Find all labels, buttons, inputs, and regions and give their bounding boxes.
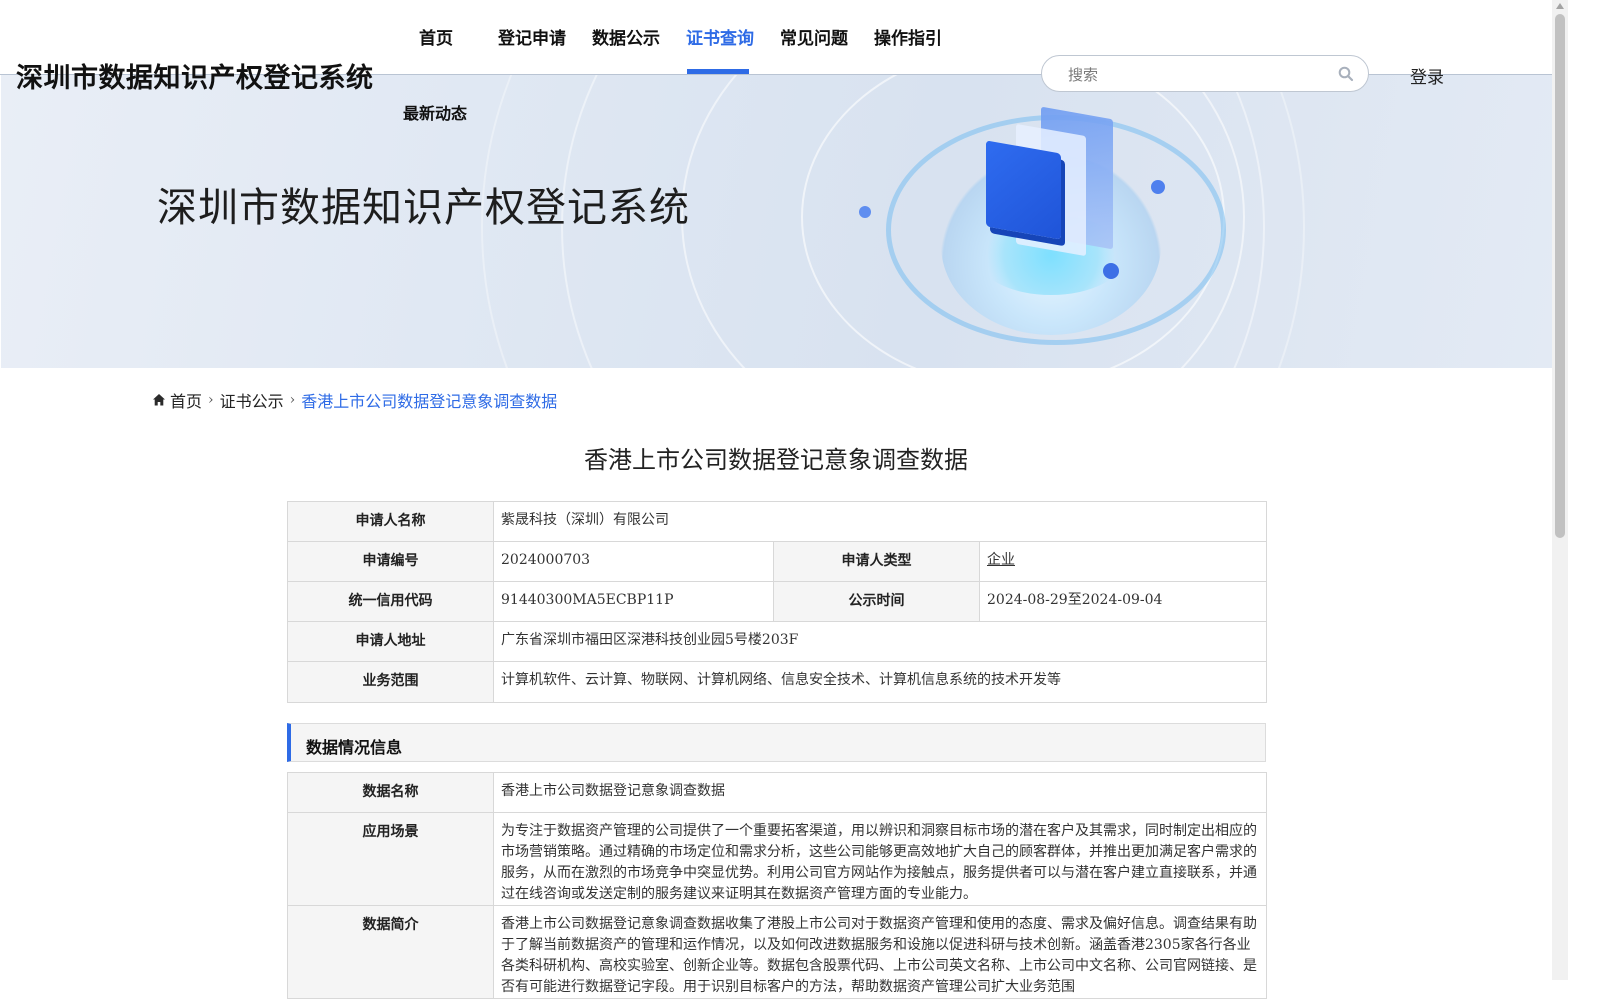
- applicant-name-value: 紫晟科技（深圳）有限公司: [493, 501, 1267, 542]
- breadcrumb-current: 香港上市公司数据登记意象调查数据: [301, 392, 558, 411]
- nav-faq[interactable]: 常见问题: [780, 24, 848, 49]
- business-scope-value: 计算机软件、云计算、物联网、计算机网络、信息安全技术、计算机信息系统的技术开发等: [493, 661, 1267, 703]
- banner-orb: [859, 206, 871, 218]
- applicant-info-table: 申请人名称 紫晟科技（深圳）有限公司 申请编号 2024000703 申请人类型…: [287, 501, 1267, 703]
- chevron-right-icon: ›: [208, 392, 214, 408]
- credit-code-value: 91440300MA5ECBP11P: [493, 581, 774, 622]
- table-row: 申请编号 2024000703 申请人类型 企业: [287, 541, 1267, 582]
- data-info-section-header: 数据情况信息: [287, 723, 1266, 762]
- search-box[interactable]: [1041, 55, 1369, 92]
- publicity-period-label: 公示时间: [773, 581, 980, 622]
- table-row: 数据名称 香港上市公司数据登记意象调查数据: [287, 772, 1267, 813]
- applicant-address-label: 申请人地址: [287, 621, 494, 662]
- applicant-type-label: 申请人类型: [773, 541, 980, 582]
- nav-data-publicity[interactable]: 数据公示: [592, 24, 660, 49]
- search-icon[interactable]: [1338, 66, 1354, 82]
- table-row: 应用场景 为专注于数据资产管理的公司提供了一个重要拓客渠道，用以辨识和洞察目标市…: [287, 812, 1267, 906]
- business-scope-label: 业务范围: [287, 661, 494, 703]
- application-scenario-label: 应用场景: [287, 812, 494, 906]
- banner-orb: [1151, 180, 1165, 194]
- chevron-right-icon: ›: [289, 392, 296, 408]
- breadcrumb-certificate-publicity[interactable]: 证书公示: [220, 388, 284, 412]
- page-title: 香港上市公司数据登记意象调查数据: [584, 446, 968, 474]
- breadcrumb-home[interactable]: 首页: [170, 388, 202, 412]
- site-brand[interactable]: 深圳市数据知识产权登记系统: [16, 56, 374, 95]
- publicity-period-value: 2024-08-29至2024-09-04: [979, 581, 1267, 622]
- home-icon[interactable]: [152, 393, 166, 407]
- search-input[interactable]: [1066, 63, 1330, 87]
- application-scenario-value: 为专注于数据资产管理的公司提供了一个重要拓客渠道，用以辨识和洞察目标市场的潜在客…: [493, 812, 1267, 906]
- banner-title: 深圳市数据知识产权登记系统: [157, 185, 690, 231]
- application-number-value: 2024000703: [493, 541, 774, 582]
- data-intro-value: 香港上市公司数据登记意象调查数据收集了港股上市公司对于数据资产管理和使用的态度、…: [493, 905, 1267, 999]
- credit-code-label: 统一信用代码: [287, 581, 494, 622]
- banner-orb: [1103, 263, 1119, 279]
- data-name-label: 数据名称: [287, 772, 494, 813]
- nav-active-indicator: [687, 69, 749, 74]
- table-row: 申请人地址 广东省深圳市福田区深港科技创业园5号楼203F: [287, 621, 1267, 662]
- data-info-table: 数据名称 香港上市公司数据登记意象调查数据 应用场景 为专注于数据资产管理的公司…: [287, 772, 1267, 999]
- page-scrollbar[interactable]: [1552, 0, 1568, 980]
- table-row: 业务范围 计算机软件、云计算、物联网、计算机网络、信息安全技术、计算机信息系统的…: [287, 661, 1267, 703]
- application-number-label: 申请编号: [287, 541, 494, 582]
- applicant-address-value: 广东省深圳市福田区深港科技创业园5号楼203F: [493, 621, 1267, 662]
- table-row: 申请人名称 紫晟科技（深圳）有限公司: [287, 501, 1267, 542]
- table-row: 统一信用代码 91440300MA5ECBP11P 公示时间 2024-08-2…: [287, 581, 1267, 622]
- banner-document-card: [986, 140, 1061, 240]
- login-link[interactable]: 登录: [1410, 63, 1444, 88]
- breadcrumb: 首页 › 证书公示 › 香港上市公司数据登记意象调查数据: [152, 388, 557, 412]
- applicant-name-label: 申请人名称: [287, 501, 494, 542]
- data-name-value: 香港上市公司数据登记意象调查数据: [493, 772, 1267, 813]
- section-title: 数据情况信息: [306, 738, 403, 757]
- nav-register-apply[interactable]: 登记申请: [498, 24, 566, 49]
- nav-home[interactable]: 首页: [419, 24, 453, 49]
- hero-banner: 深圳市数据知识产权登记系统: [1, 75, 1552, 368]
- table-row: 数据简介 香港上市公司数据登记意象调查数据收集了港股上市公司对于数据资产管理和使…: [287, 905, 1267, 999]
- nav-certificate-query[interactable]: 证书查询: [686, 24, 754, 49]
- data-intro-label: 数据简介: [287, 905, 494, 999]
- scrollbar-thumb[interactable]: [1555, 14, 1565, 538]
- applicant-type-value: 企业: [987, 552, 1015, 568]
- nav-latest-news[interactable]: 最新动态: [403, 100, 467, 124]
- scroll-up-arrow-icon[interactable]: [1556, 3, 1564, 9]
- nav-guide[interactable]: 操作指引: [874, 24, 942, 49]
